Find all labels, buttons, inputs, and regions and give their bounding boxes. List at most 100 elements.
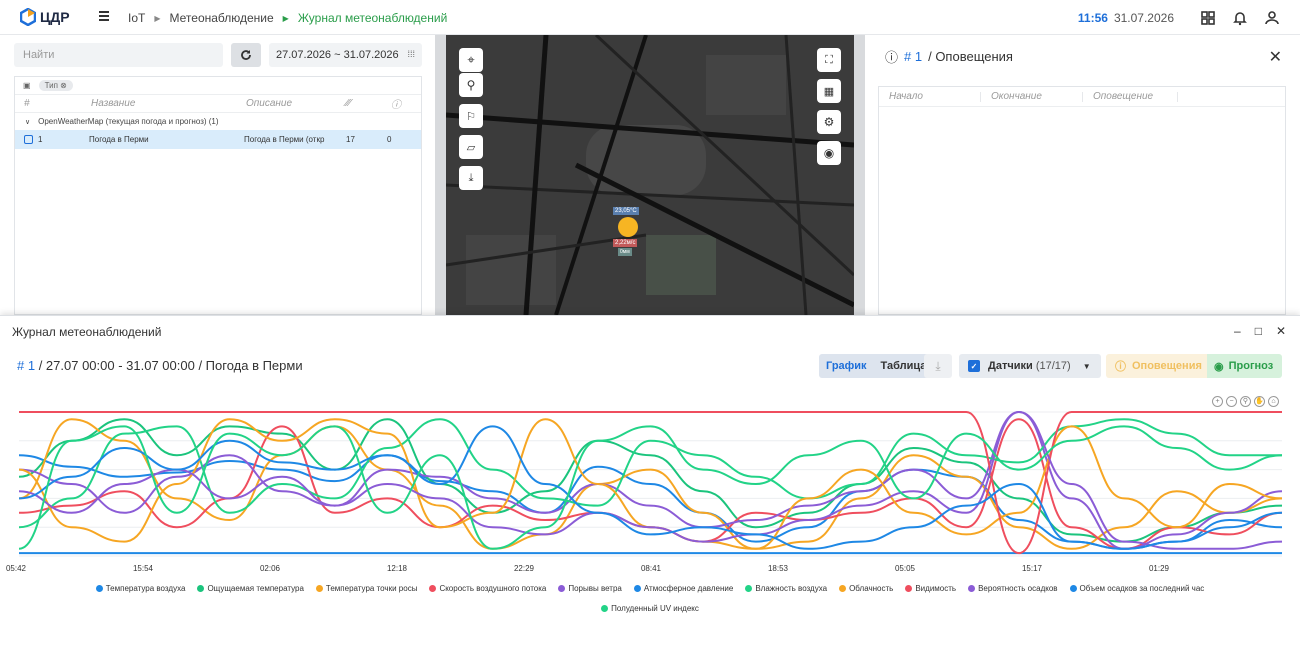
legend-dot-icon bbox=[633, 584, 641, 592]
legend-label: Порывы ветра bbox=[568, 583, 622, 593]
alert-col-icon[interactable]: ⓘ bbox=[391, 96, 401, 111]
x-tick-label: 01:29 bbox=[1149, 564, 1170, 573]
caret-down-icon: ▼ bbox=[1082, 361, 1091, 371]
col-desc[interactable]: Описание bbox=[246, 98, 346, 109]
legend-item[interactable]: Полуденный UV индекс bbox=[601, 600, 699, 616]
objects-table: ▣ Тип ⊗ # Название Описание ⁄⁄⁄ ⓘ ∨ Open… bbox=[14, 76, 422, 315]
maximize-icon[interactable]: □ bbox=[1255, 324, 1262, 338]
col-num[interactable]: # bbox=[15, 98, 91, 109]
row-name: Погода в Перми bbox=[89, 135, 149, 144]
header-right: 11:56 31.07.2026 bbox=[1078, 10, 1280, 26]
group-chip[interactable]: Тип ⊗ bbox=[38, 80, 73, 91]
col-alert[interactable]: Оповещение bbox=[1083, 91, 1178, 102]
visibility-button[interactable]: ◉ bbox=[817, 141, 841, 165]
grouping-icon[interactable]: ▣ bbox=[23, 81, 31, 90]
ruler-button[interactable]: ▱ bbox=[459, 135, 483, 159]
signal-icon[interactable]: ⁄⁄⁄ bbox=[346, 98, 391, 109]
sensor-chart[interactable]: 05:42 15:54 02:06 12:18 22:29 08:41 18:53 05:05… bbox=[0, 404, 1300, 574]
bell-icon[interactable] bbox=[1232, 10, 1248, 26]
fullscreen-icon: ⛶ bbox=[825, 53, 833, 66]
checkbox-checked-icon[interactable]: ✓ bbox=[968, 360, 980, 372]
close-icon[interactable]: ✕ bbox=[1269, 47, 1282, 67]
legend-item[interactable]: Влажность воздуха bbox=[745, 580, 827, 596]
col-name[interactable]: Название bbox=[91, 98, 246, 109]
fullscreen-button[interactable]: ⛶ bbox=[817, 48, 841, 72]
journal-window: Журнал метеонаблюдений – □ ✕ # 1 / 27.07… bbox=[0, 315, 1300, 645]
legend-item[interactable]: Облачность bbox=[839, 580, 893, 596]
download-map-button[interactable]: ⤓ bbox=[459, 166, 483, 190]
x-tick-label: 15:17 bbox=[1022, 564, 1043, 573]
legend-dot-icon bbox=[429, 584, 437, 592]
map[interactable]: 23,05°C 2,22м/с 0мм bbox=[445, 35, 856, 315]
alert-icon: ⓘ bbox=[885, 50, 899, 65]
legend-dot-icon bbox=[315, 584, 323, 592]
objects-panel: Найти 27.07.2026 ~ 31.07.2026 ⁞⁞⁞ ▣ Тип … bbox=[0, 35, 435, 315]
ruler-icon: ▱ bbox=[466, 141, 476, 154]
search-input[interactable]: Найти bbox=[14, 43, 223, 67]
alerts-toggle[interactable]: ⓘ Оповещения bbox=[1106, 354, 1207, 378]
legend-item[interactable]: Температура воздуха bbox=[95, 580, 186, 596]
sensors-label: Датчики bbox=[988, 360, 1033, 372]
breadcrumb-journal[interactable]: Журнал метеонаблюдений bbox=[298, 11, 447, 25]
sun-icon[interactable] bbox=[618, 217, 638, 237]
forecast-label: Прогноз bbox=[1228, 360, 1274, 372]
legend-item[interactable]: Видимость bbox=[905, 580, 956, 596]
menu-icon[interactable] bbox=[99, 11, 109, 21]
marker-button[interactable]: ⚐ bbox=[459, 104, 483, 128]
pin-icon: ⚐ bbox=[466, 110, 476, 123]
series-line-10[interactable] bbox=[18, 410, 1283, 550]
user-icon[interactable] bbox=[1264, 10, 1280, 26]
temperature-marker[interactable]: 23,05°C bbox=[613, 207, 639, 215]
legend-item[interactable]: Температура точки росы bbox=[315, 580, 417, 596]
legend-item[interactable]: Вероятность осадков bbox=[968, 580, 1058, 596]
breadcrumb-iot[interactable]: IoT bbox=[128, 11, 145, 25]
alert-icon: ⓘ bbox=[1115, 361, 1126, 373]
legend-label: Атмосферное давление bbox=[643, 583, 734, 593]
minimize-icon[interactable]: – bbox=[1234, 324, 1241, 338]
legend-item[interactable]: Скорость воздушного потока bbox=[429, 580, 546, 596]
zoom-search-button[interactable]: ⚲ bbox=[459, 73, 483, 97]
settings-button[interactable]: ⚙ bbox=[817, 110, 841, 134]
breadcrumb-meteo[interactable]: Метеонаблюдение bbox=[170, 11, 274, 25]
apps-grid-icon[interactable] bbox=[1200, 10, 1216, 26]
locate-button[interactable]: ⌖ bbox=[459, 48, 483, 72]
window-controls: – □ ✕ bbox=[1234, 324, 1286, 338]
wind-marker[interactable]: 2,22м/с bbox=[613, 239, 638, 247]
row-desc: Погода в Перми (откр bbox=[244, 135, 325, 144]
series-line-5[interactable] bbox=[18, 410, 1283, 550]
date-range-picker[interactable]: 27.07.2026 ~ 31.07.2026 ⁞⁞⁞ bbox=[269, 43, 422, 67]
download-button[interactable]: ⤓ bbox=[924, 354, 952, 378]
col-end[interactable]: Окончание bbox=[981, 91, 1083, 102]
map-icon: ▦ bbox=[823, 85, 835, 98]
legend-item[interactable]: Атмосферное давление bbox=[633, 580, 734, 596]
legend-label: Скорость воздушного потока bbox=[439, 583, 547, 593]
layers-button[interactable]: ▦ bbox=[817, 79, 841, 103]
chevron-down-icon: ∨ bbox=[25, 118, 31, 126]
chevron-right-icon: ▶ bbox=[154, 13, 161, 23]
precipitation-marker[interactable]: 0мм bbox=[618, 248, 632, 256]
legend-dot-icon bbox=[1069, 584, 1077, 592]
legend-item[interactable]: Объем осадков за последний час bbox=[1069, 580, 1204, 596]
refresh-button[interactable] bbox=[231, 43, 261, 67]
legend-label: Облачность bbox=[849, 583, 894, 593]
legend-label: Температура воздуха bbox=[105, 583, 186, 593]
series-line-9[interactable] bbox=[18, 411, 1282, 555]
legend-label: Видимость bbox=[915, 583, 957, 593]
row-checkbox[interactable] bbox=[24, 135, 33, 144]
group-row[interactable]: ∨ OpenWeatherMap (текущая погода и прогн… bbox=[15, 113, 421, 130]
app-logo[interactable]: ЦДР bbox=[20, 8, 70, 26]
journal-subtitle: # 1 / 27.07 00:00 - 31.07 00:00 / Погода… bbox=[17, 358, 303, 373]
tab-chart[interactable]: График bbox=[819, 360, 874, 372]
col-start[interactable]: Начало bbox=[879, 91, 981, 102]
forecast-toggle[interactable]: ◉ Прогноз bbox=[1207, 354, 1282, 378]
legend-item[interactable]: Порывы ветра bbox=[558, 580, 622, 596]
table-row[interactable]: 1 Погода в Перми Погода в Перми (откр 17… bbox=[15, 130, 421, 149]
chip-label: Тип bbox=[44, 81, 58, 90]
x-tick-label: 02:06 bbox=[260, 564, 281, 573]
breadcrumb: IoT ▶ Метеонаблюдение ▶ Журнал метеонабл… bbox=[128, 11, 447, 25]
journal-num: # 1 bbox=[17, 358, 36, 373]
legend-item[interactable]: Ощущаемая температура bbox=[197, 580, 304, 596]
sensors-dropdown[interactable]: ✓ Датчики (17/17) ▼ bbox=[959, 354, 1101, 378]
search-icon: ⚲ bbox=[466, 78, 476, 92]
close-icon[interactable]: ✕ bbox=[1276, 324, 1286, 338]
